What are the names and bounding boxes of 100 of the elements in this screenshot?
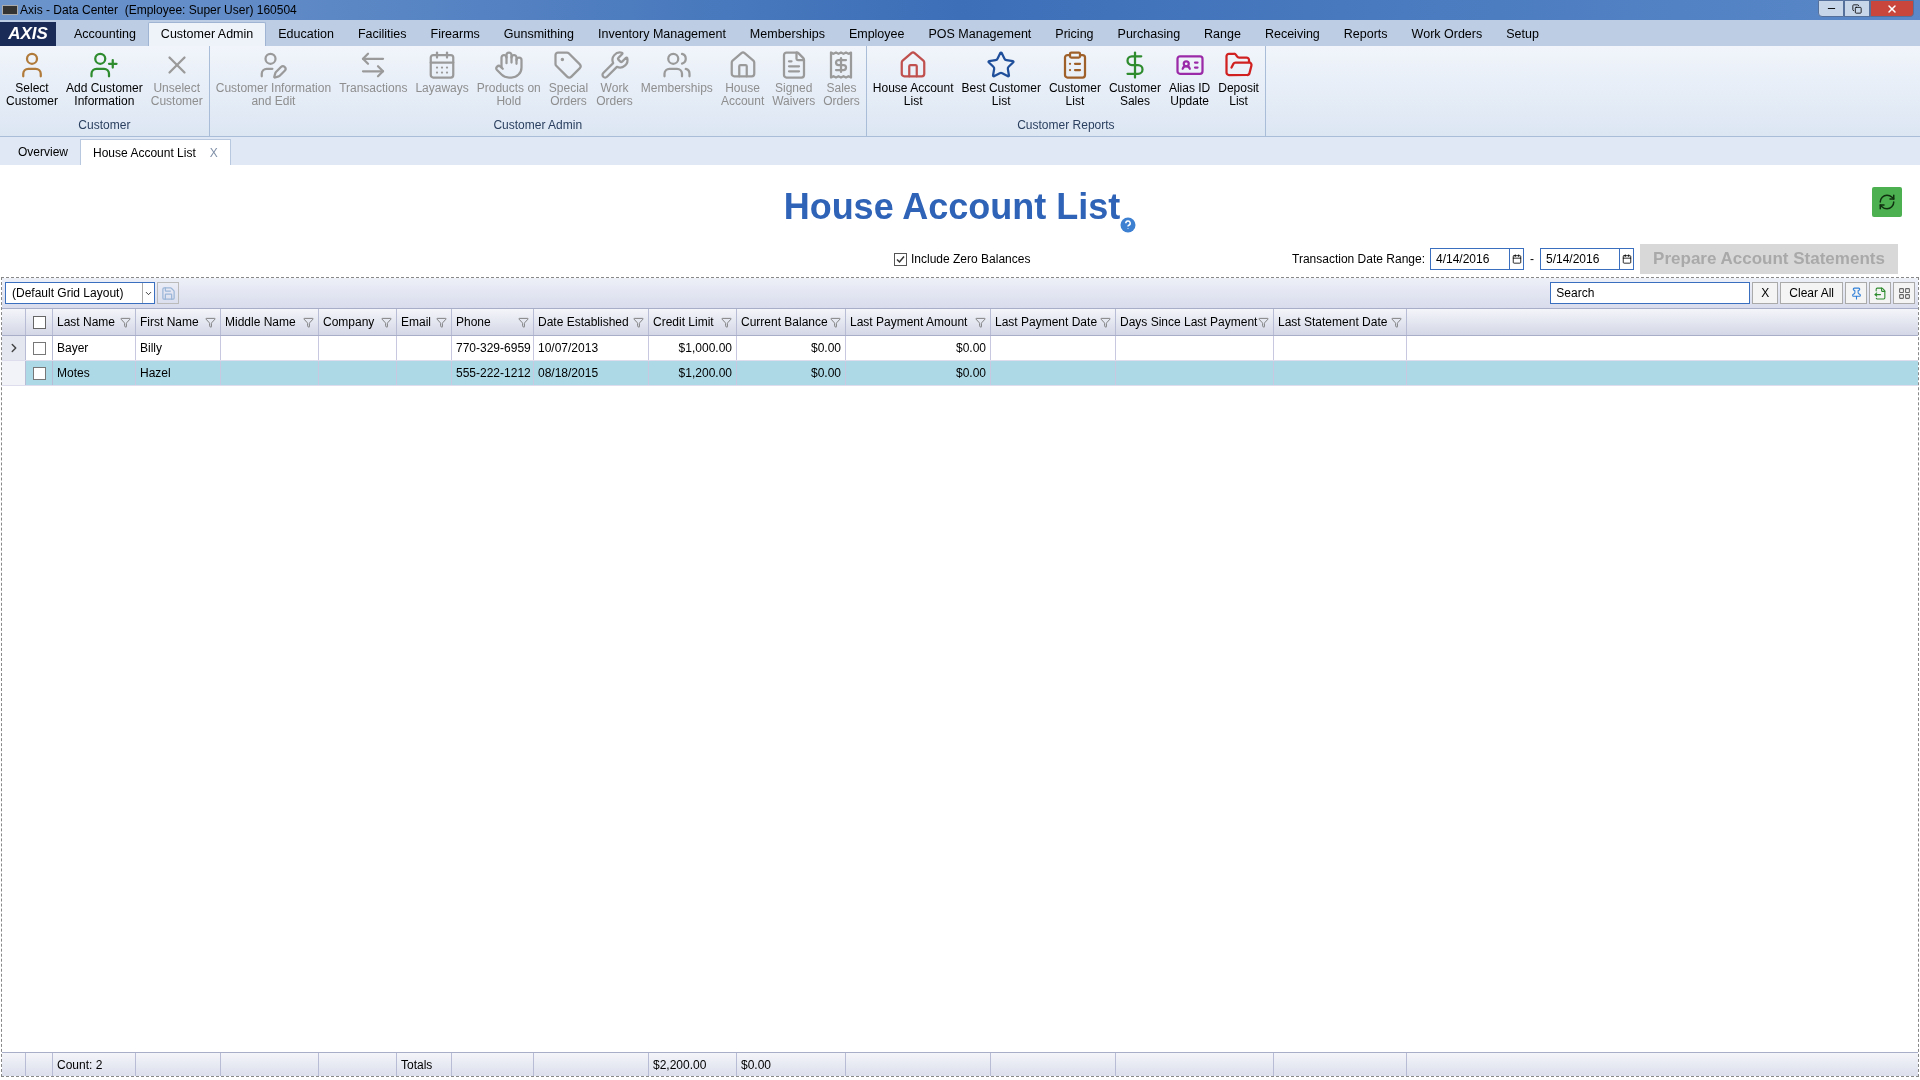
minimize-button[interactable] <box>1818 0 1844 17</box>
ribbon-button[interactable]: Add Customer Information <box>62 50 147 108</box>
add-person-icon <box>89 50 120 80</box>
menu-tab[interactable]: Education <box>266 22 346 46</box>
row-header[interactable] <box>2 336 26 360</box>
menu-tab[interactable]: Gunsmithing <box>491 22 586 46</box>
ribbon-button[interactable]: Select Customer <box>2 50 62 108</box>
column-header[interactable]: Credit Limit <box>649 309 737 335</box>
date-field[interactable]: 5/14/2016 <box>1540 248 1634 270</box>
column-header[interactable]: Last Payment Amount <box>846 309 991 335</box>
document-tab[interactable]: Overview <box>6 139 80 165</box>
column-header[interactable]: Middle Name <box>221 309 319 335</box>
ribbon-button[interactable]: Best Customer List <box>957 50 1045 108</box>
pin-button[interactable] <box>1845 282 1867 304</box>
restore-button[interactable] <box>1844 0 1870 17</box>
table-cell-text: $1,200.00 <box>678 365 732 382</box>
column-header[interactable]: Company <box>319 309 397 335</box>
filter-icon[interactable] <box>721 316 732 328</box>
people-icon <box>661 50 692 80</box>
filter-icon[interactable] <box>205 316 216 328</box>
save-icon <box>160 285 176 301</box>
ribbon-button[interactable]: Customer Sales <box>1104 50 1165 108</box>
save-layout-button[interactable] <box>157 282 179 304</box>
clear-all-button[interactable]: Clear All <box>1780 282 1843 304</box>
table-cell-text: $0.00 <box>955 365 986 382</box>
columns-button[interactable] <box>1893 282 1915 304</box>
layout-dropdown[interactable]: (Default Grid Layout) <box>5 282 155 304</box>
filter-icon[interactable] <box>975 316 986 328</box>
menu-tab[interactable]: Receiving <box>1252 22 1332 46</box>
menu-tab[interactable]: Employee <box>836 22 917 46</box>
column-header[interactable]: Current Balance <box>737 309 846 335</box>
tag-icon <box>553 50 584 80</box>
menu-tab[interactable]: Accounting <box>62 22 148 46</box>
ribbon-button[interactable]: House Account List <box>868 50 958 108</box>
column-header[interactable]: Last Statement Date <box>1274 309 1407 335</box>
column-header[interactable]: Last Name <box>53 309 136 335</box>
window-title: Axis - Data Center (Employee: Super User) 160504 <box>20 2 297 19</box>
column-header[interactable]: Email <box>397 309 452 335</box>
table-cell-text: $0.00 <box>955 340 986 357</box>
tools-icon <box>599 50 630 80</box>
document-tab[interactable]: House Account List X <box>80 139 231 165</box>
ribbon-group-label: Customer Reports <box>1016 117 1116 134</box>
column-header[interactable]: Phone <box>452 309 534 335</box>
date-field[interactable]: 4/14/2016 <box>1430 248 1524 270</box>
filter-icon[interactable] <box>120 316 131 328</box>
checkbox[interactable] <box>32 366 46 380</box>
menu-tab[interactable]: POS Management <box>916 22 1044 46</box>
table-cell-text: 08/18/2015 <box>538 365 599 382</box>
range-separator: - <box>1530 251 1534 268</box>
filter-icon[interactable] <box>1391 316 1402 328</box>
table-cell-text: $1,000.00 <box>678 340 732 357</box>
calendar-icon <box>1511 254 1522 264</box>
filter-icon[interactable] <box>381 316 392 328</box>
menu-tab[interactable]: Work Orders <box>1399 22 1495 46</box>
filter-icon[interactable] <box>633 316 644 328</box>
export-icon <box>1873 286 1887 300</box>
filter-icon[interactable] <box>1100 316 1111 328</box>
refresh-icon <box>1878 193 1896 211</box>
refresh-button[interactable] <box>1872 187 1902 217</box>
ribbon-button[interactable]: Deposit List <box>1214 50 1263 108</box>
search-field[interactable]: Search <box>1550 282 1751 304</box>
page-title: House Account List <box>783 185 1121 229</box>
menu-tab[interactable]: Facilities <box>345 22 419 46</box>
checkbox-label: Include Zero Balances <box>911 251 1031 268</box>
clear-search-button[interactable]: X <box>1752 282 1779 304</box>
column-header[interactable]: Days Since Last Payment <box>1116 309 1274 335</box>
table-row[interactable]: Motes Hazel 555-222-1212 08/18/2015 $1,200.00 $0.00 $0.00 <box>2 361 1918 386</box>
menu-tab[interactable]: Range <box>1192 22 1253 46</box>
checkbox[interactable] <box>894 252 907 266</box>
table-row[interactable]: Bayer Billy 770-329-6959 10/07/2013 $1,000.00 $0.00 $0.00 <box>2 336 1918 361</box>
table-cell-text: Motes <box>57 365 90 382</box>
ribbon-group-label: Customer Admin <box>492 117 584 134</box>
calendar-icon <box>1621 254 1632 264</box>
filter-icon[interactable] <box>436 316 447 328</box>
menu-tab[interactable]: Inventory Management <box>586 22 738 46</box>
menu-tab[interactable]: Reports <box>1331 22 1400 46</box>
table-cell-text: $0.00 <box>810 365 841 382</box>
menu-tab[interactable]: Memberships <box>737 22 837 46</box>
column-header[interactable]: First Name <box>136 309 221 335</box>
menu-tab[interactable]: Firearms <box>418 22 492 46</box>
export-button[interactable] <box>1869 282 1891 304</box>
column-header[interactable]: Date Established <box>534 309 649 335</box>
menu-tab[interactable]: Pricing <box>1043 22 1106 46</box>
grid-icon <box>1897 286 1911 300</box>
menu-tab[interactable]: Customer Admin <box>147 22 267 46</box>
filter-icon[interactable] <box>303 316 314 328</box>
column-header[interactable]: Last Payment Date <box>991 309 1116 335</box>
checkbox[interactable] <box>32 341 46 355</box>
checkbox[interactable] <box>32 315 46 329</box>
ribbon-button[interactable]: Customer List <box>1044 50 1105 108</box>
filter-icon[interactable] <box>518 316 529 328</box>
row-header[interactable] <box>2 361 26 385</box>
footer-cell-text: Totals <box>401 1056 433 1074</box>
ribbon-button[interactable]: Alias ID Update <box>1164 50 1215 108</box>
menu-tab[interactable]: Purchasing <box>1105 22 1193 46</box>
filter-icon[interactable] <box>1258 316 1269 328</box>
filter-icon[interactable] <box>830 316 841 328</box>
footer-cell-text: $0.00 <box>741 1056 772 1074</box>
menu-tab[interactable]: Setup <box>1494 22 1551 46</box>
table-cell-text: 555-222-1212 <box>456 365 531 382</box>
